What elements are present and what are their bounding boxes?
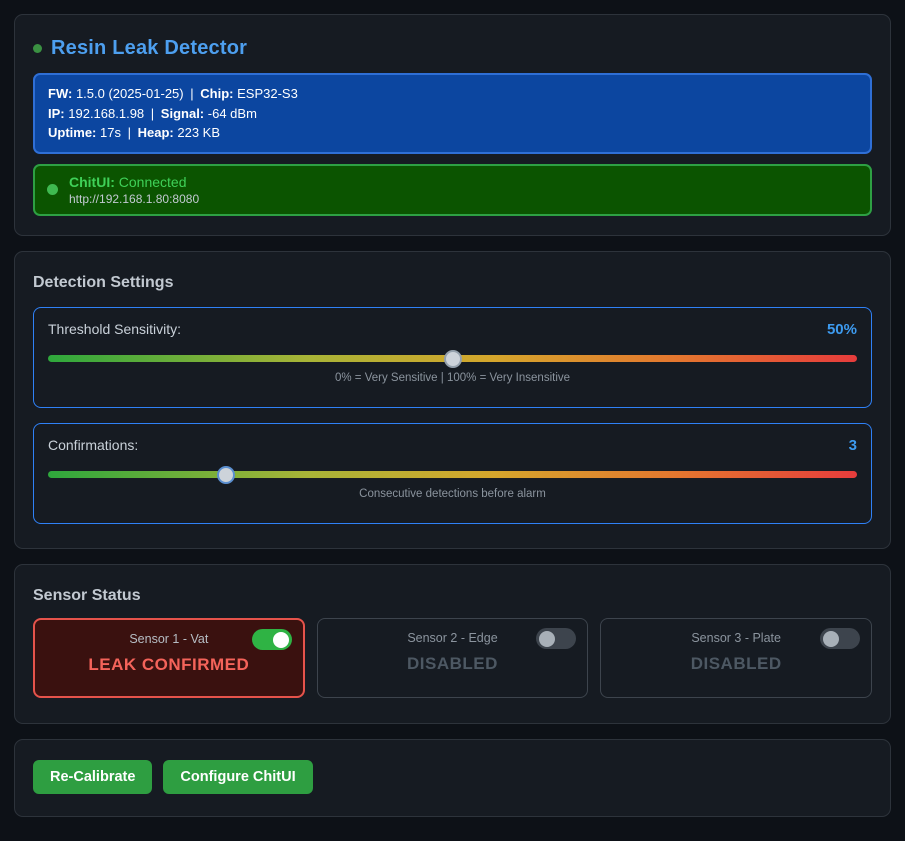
ip-value: 192.168.1.98	[68, 106, 144, 121]
chitui-label: ChitUI:	[69, 174, 115, 190]
fw-label: FW:	[48, 86, 72, 101]
heap-label: Heap:	[138, 125, 174, 140]
confirmations-setting-card: Confirmations: 3 Consecutive detections …	[33, 423, 872, 524]
threshold-value: 50%	[827, 321, 857, 338]
chitui-connected-dot-icon	[47, 184, 58, 195]
confirmations-label: Confirmations:	[48, 437, 138, 453]
confirmations-caption: Consecutive detections before alarm	[48, 488, 857, 500]
sensor-grid: Sensor 1 - Vat LEAK CONFIRMED Sensor 2 -…	[33, 618, 872, 698]
sensor-card-2-edge: Sensor 2 - Edge DISABLED	[317, 618, 589, 698]
configure-chitui-button[interactable]: Configure ChitUI	[163, 760, 312, 794]
chitui-status-line: ChitUI: Connected	[69, 174, 199, 190]
actions-panel: Re-Calibrate Configure ChitUI	[14, 739, 891, 817]
confirmations-slider-thumb[interactable]	[217, 466, 235, 484]
heap-value: 223 KB	[177, 125, 220, 140]
chitui-status-value: Connected	[119, 174, 187, 190]
separator: |	[190, 86, 193, 101]
separator: |	[128, 125, 131, 140]
sensor-2-status: DISABLED	[318, 654, 588, 674]
detection-settings-heading: Detection Settings	[33, 274, 872, 292]
device-online-dot-icon	[33, 44, 42, 53]
chip-value: ESP32-S3	[237, 86, 298, 101]
threshold-label: Threshold Sensitivity:	[48, 321, 181, 337]
chitui-status-text: ChitUI: Connected http://192.168.1.80:80…	[69, 174, 199, 206]
device-info-line-2: IP: 192.168.1.98 | Signal: -64 dBm	[48, 104, 857, 124]
chip-label: Chip:	[200, 86, 233, 101]
toggle-knob	[539, 631, 555, 647]
sensor-1-enable-toggle[interactable]	[252, 629, 292, 650]
confirmations-value: 3	[849, 437, 857, 454]
chitui-status-box: ChitUI: Connected http://192.168.1.80:80…	[33, 164, 872, 216]
device-info-line-1: FW: 1.5.0 (2025-01-25) | Chip: ESP32-S3	[48, 84, 857, 104]
actions-row: Re-Calibrate Configure ChitUI	[33, 760, 872, 794]
recalibrate-button[interactable]: Re-Calibrate	[33, 760, 152, 794]
confirmations-slider[interactable]	[48, 471, 857, 478]
signal-value: -64 dBm	[208, 106, 257, 121]
ip-label: IP:	[48, 106, 65, 121]
sensor-card-1-vat: Sensor 1 - Vat LEAK CONFIRMED	[33, 618, 305, 698]
device-info-line-3: Uptime: 17s | Heap: 223 KB	[48, 123, 857, 143]
chitui-url: http://192.168.1.80:8080	[69, 192, 199, 206]
page-title-row: Resin Leak Detector	[33, 37, 872, 60]
sensor-3-enable-toggle[interactable]	[820, 628, 860, 649]
sensor-status-heading: Sensor Status	[33, 587, 872, 605]
confirmations-setting-header: Confirmations: 3	[48, 437, 857, 454]
detection-settings-panel: Detection Settings Threshold Sensitivity…	[14, 251, 891, 549]
sensor-2-enable-toggle[interactable]	[536, 628, 576, 649]
threshold-setting-header: Threshold Sensitivity: 50%	[48, 321, 857, 338]
separator: |	[151, 106, 154, 121]
sensor-1-status: LEAK CONFIRMED	[35, 655, 303, 675]
device-panel: Resin Leak Detector FW: 1.5.0 (2025-01-2…	[14, 14, 891, 236]
signal-label: Signal:	[161, 106, 204, 121]
toggle-knob	[823, 631, 839, 647]
uptime-label: Uptime:	[48, 125, 96, 140]
threshold-slider-thumb[interactable]	[444, 350, 462, 368]
toggle-knob	[273, 632, 289, 648]
sensor-3-status: DISABLED	[601, 654, 871, 674]
page-title: Resin Leak Detector	[51, 37, 247, 60]
fw-value: 1.5.0 (2025-01-25)	[76, 86, 184, 101]
threshold-slider[interactable]	[48, 355, 857, 362]
threshold-setting-card: Threshold Sensitivity: 50% 0% = Very Sen…	[33, 307, 872, 408]
uptime-value: 17s	[100, 125, 121, 140]
sensor-card-3-plate: Sensor 3 - Plate DISABLED	[600, 618, 872, 698]
threshold-caption: 0% = Very Sensitive | 100% = Very Insens…	[48, 372, 857, 384]
device-info-box: FW: 1.5.0 (2025-01-25) | Chip: ESP32-S3 …	[33, 73, 872, 154]
sensor-status-panel: Sensor Status Sensor 1 - Vat LEAK CONFIR…	[14, 564, 891, 724]
